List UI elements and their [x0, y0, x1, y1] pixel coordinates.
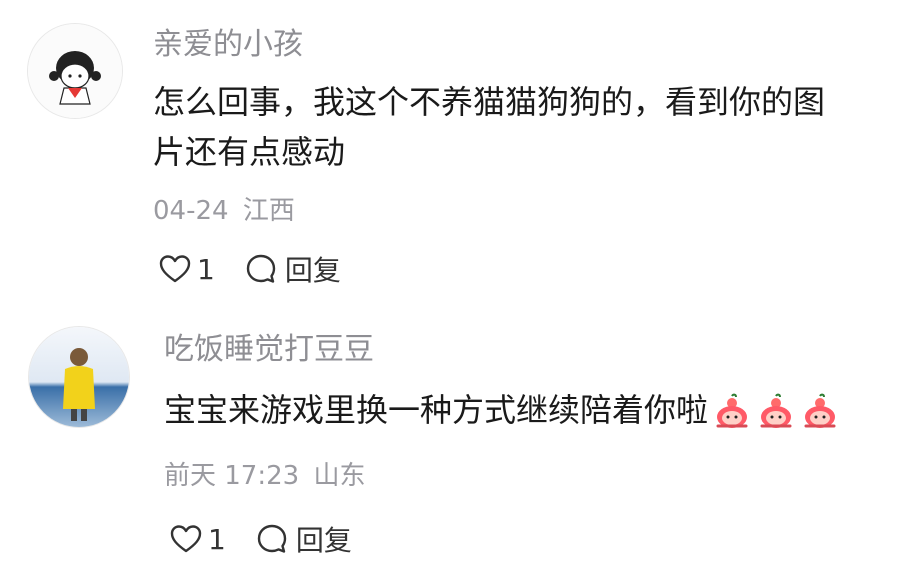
- avatar[interactable]: [28, 326, 130, 428]
- reply-button[interactable]: 回复: [256, 519, 352, 559]
- comment-date: 前天 17:23: [164, 461, 300, 491]
- pink-peach-emoji-icon: [716, 393, 748, 428]
- heart-icon: [159, 255, 191, 283]
- username[interactable]: 吃饭睡觉打豆豆: [164, 332, 374, 368]
- username[interactable]: 亲爱的小孩: [153, 27, 303, 63]
- reply-button[interactable]: 回复: [245, 249, 341, 289]
- like-button[interactable]: 1: [159, 253, 215, 286]
- reply-label: 回复: [295, 524, 352, 557]
- comment-item-1: 亲爱的小孩 怎么回事，我这个不养猫猫狗狗的，看到你的图 片还有点感动 04-24…: [0, 0, 915, 300]
- like-count: 1: [208, 522, 226, 556]
- comment-text: 宝宝来游戏里换一种方式继续陪着你啦: [164, 385, 844, 435]
- comment-location: 江西: [242, 196, 295, 226]
- like-count: 1: [197, 252, 215, 286]
- avatar[interactable]: [27, 23, 123, 119]
- comment-meta: 前天 17:23 山东: [164, 460, 365, 492]
- emoji-row: [712, 392, 844, 432]
- reply-label: 回复: [284, 254, 341, 287]
- comment-location: 山东: [313, 461, 366, 491]
- comment-text-line-1: 怎么回事，我这个不养猫猫狗狗的，看到你的图: [153, 83, 826, 121]
- pink-peach-emoji-icon: [760, 393, 792, 428]
- speech-bubble-icon: [246, 254, 276, 283]
- comment-actions: 1 回复: [159, 251, 341, 287]
- heart-icon: [170, 525, 202, 553]
- pink-peach-emoji-icon: [804, 393, 836, 428]
- comment-item-2: 吃饭睡觉打豆豆 宝宝来游戏里换一种方式继续陪着你啦 前天 17:23 山东 1 …: [0, 300, 915, 583]
- speech-bubble-icon: [257, 524, 287, 553]
- comment-date: 04-24: [153, 196, 229, 226]
- comment-meta: 04-24 江西: [153, 195, 295, 227]
- comment-text-body: 宝宝来游戏里换一种方式继续陪着你啦: [164, 391, 709, 429]
- comment-text-line-2: 片还有点感动: [153, 133, 346, 171]
- photo-person-yellow-coat-avatar-icon: [29, 327, 129, 427]
- cartoon-girl-avatar-icon: [28, 24, 122, 118]
- like-button[interactable]: 1: [170, 523, 226, 556]
- comment-actions: 1 回复: [170, 521, 352, 557]
